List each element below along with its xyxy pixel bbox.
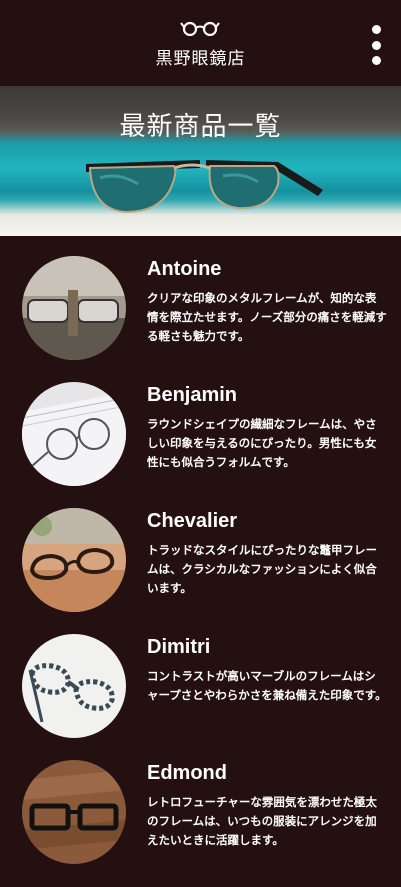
product-item[interactable]: Benjamin ラウンドシェイプの繊細なフレームは、やさしい印象を与えるのにぴ…	[0, 382, 401, 508]
dot-icon	[371, 40, 381, 50]
product-image[interactable]	[22, 634, 126, 738]
product-image[interactable]	[22, 508, 126, 612]
product-description: レトロフューチャーな雰囲気を漂わせた極太のフレームは、いつもの服装にアレンジを加…	[147, 795, 377, 847]
product-description: コントラストが高いマーブルのフレームはシャープさとやわらかさを兼ね備えた印象です…	[147, 669, 387, 702]
product-list: Antoine クリアな印象のメタルフレームが、知的な表情を際立たせます。ノーズ…	[0, 236, 401, 886]
product-name[interactable]: Antoine	[147, 258, 221, 281]
product-description: クリアな印象のメタルフレームが、知的な表情を際立たせます。ノーズ部分の痛さを軽減…	[147, 291, 387, 343]
product-description: ラウンドシェイプの繊細なフレームは、やさしい印象を与えるのにぴったり。男性にも女…	[147, 417, 377, 469]
product-name[interactable]: Edmond	[147, 762, 227, 785]
dot-icon	[371, 25, 381, 34]
product-item[interactable]: Dimitri コントラストが高いマーブルのフレームはシャープさとやわらかさを兼…	[0, 634, 401, 760]
product-name[interactable]: Chevalier	[147, 510, 237, 533]
product-item[interactable]: Chevalier トラッドなスタイルにぴったりな鼈甲フレームは、クラシカルなフ…	[0, 508, 401, 634]
product-name[interactable]: Dimitri	[147, 636, 210, 659]
dot-icon	[371, 56, 381, 65]
product-name[interactable]: Benjamin	[147, 384, 237, 407]
product-image[interactable]	[22, 382, 126, 486]
glasses-icon[interactable]	[180, 20, 220, 36]
sunglasses-image	[86, 160, 323, 214]
product-description: トラッドなスタイルにぴったりな鼈甲フレームは、クラシカルなファッションによく似合…	[147, 543, 377, 595]
product-item[interactable]: Edmond レトロフューチャーな雰囲気を漂わせた極太のフレームは、いつもの服装…	[0, 760, 401, 886]
menu-button[interactable]	[369, 25, 383, 65]
hero-banner: 最新商品一覧	[0, 86, 401, 236]
page-title: 最新商品一覧	[119, 112, 282, 142]
product-image[interactable]	[22, 256, 126, 360]
store-name[interactable]: 黒野眼鏡店	[0, 44, 401, 69]
site-header: 黒野眼鏡店	[0, 0, 401, 86]
product-item[interactable]: Antoine クリアな印象のメタルフレームが、知的な表情を際立たせます。ノーズ…	[0, 256, 401, 382]
product-image[interactable]	[22, 760, 126, 864]
